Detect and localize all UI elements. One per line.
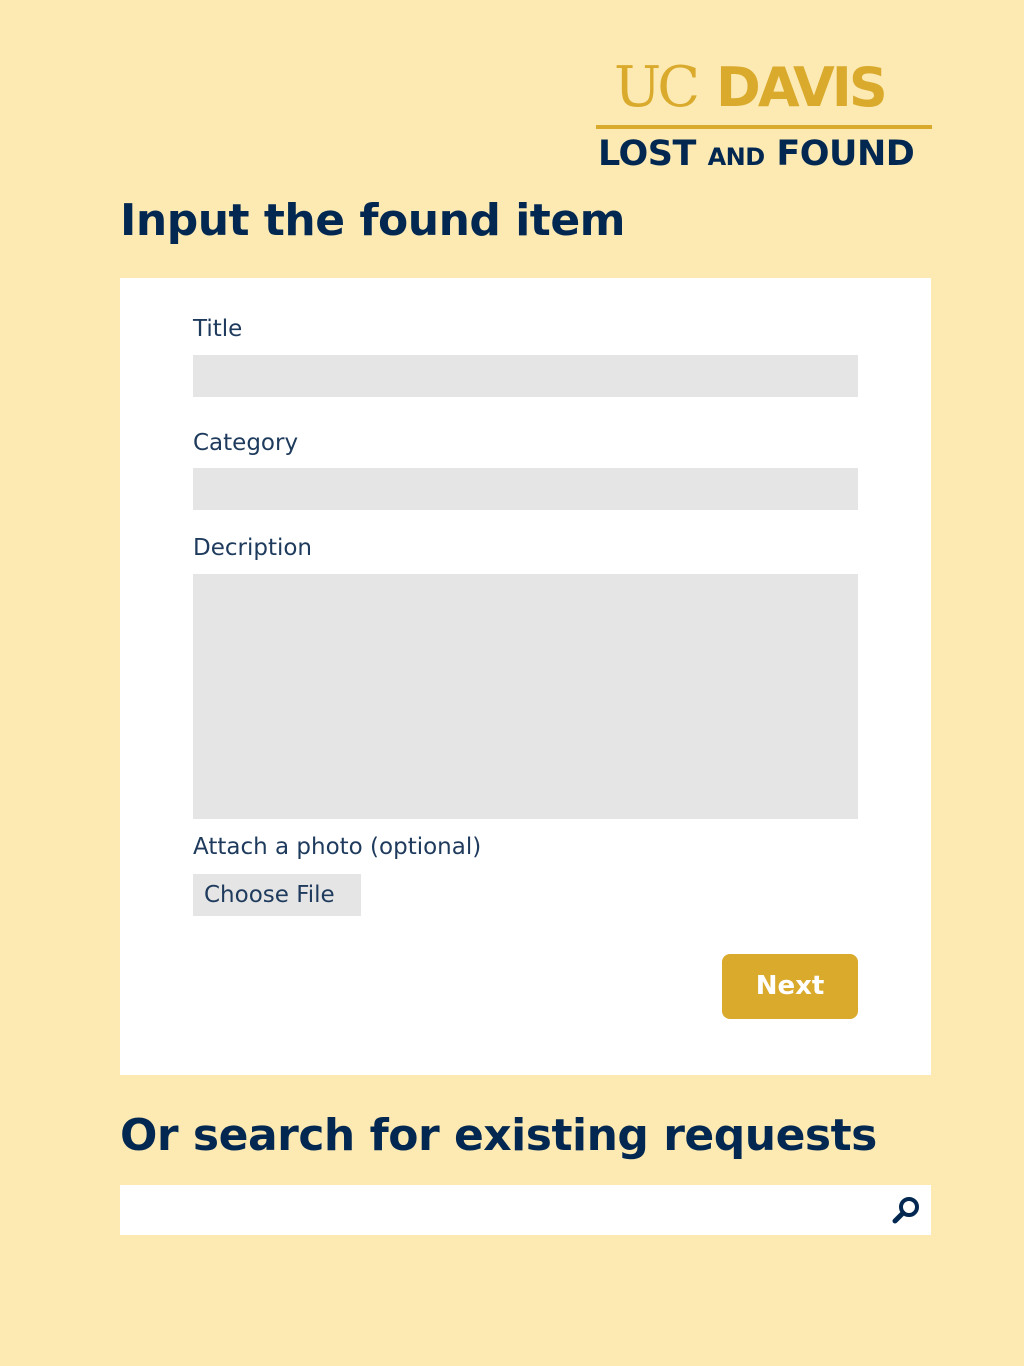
search-input[interactable] (120, 1185, 880, 1235)
logo-lost-text: LOST (598, 134, 696, 174)
description-textarea[interactable] (193, 574, 858, 819)
logo-uc-text: UC (614, 55, 700, 120)
found-item-heading: Input the found item (120, 195, 626, 246)
search-bar (120, 1185, 931, 1235)
logo-davis-text: DAVIS (716, 56, 888, 119)
title-label: Title (193, 316, 243, 342)
title-input[interactable] (193, 355, 858, 397)
description-label: Decription (193, 535, 313, 561)
choose-file-button[interactable]: Choose File (193, 874, 361, 916)
next-button[interactable]: Next (722, 954, 858, 1019)
search-icon[interactable] (890, 1194, 922, 1226)
logo-and-text: AND (707, 143, 766, 171)
search-heading: Or search for existing requests (120, 1110, 877, 1161)
logo-found-text: FOUND (776, 134, 915, 174)
logo-divider (596, 125, 932, 129)
logo-subtitle: LOST AND FOUND (598, 134, 932, 177)
attach-photo-label: Attach a photo (optional) (193, 834, 482, 860)
found-item-form: Title Category Decription Attach a photo… (120, 278, 931, 1075)
category-label: Category (193, 430, 299, 456)
category-input[interactable] (193, 468, 858, 510)
uc-davis-lost-and-found-logo: UC DAVIS LOST AND FOUND (596, 58, 932, 174)
